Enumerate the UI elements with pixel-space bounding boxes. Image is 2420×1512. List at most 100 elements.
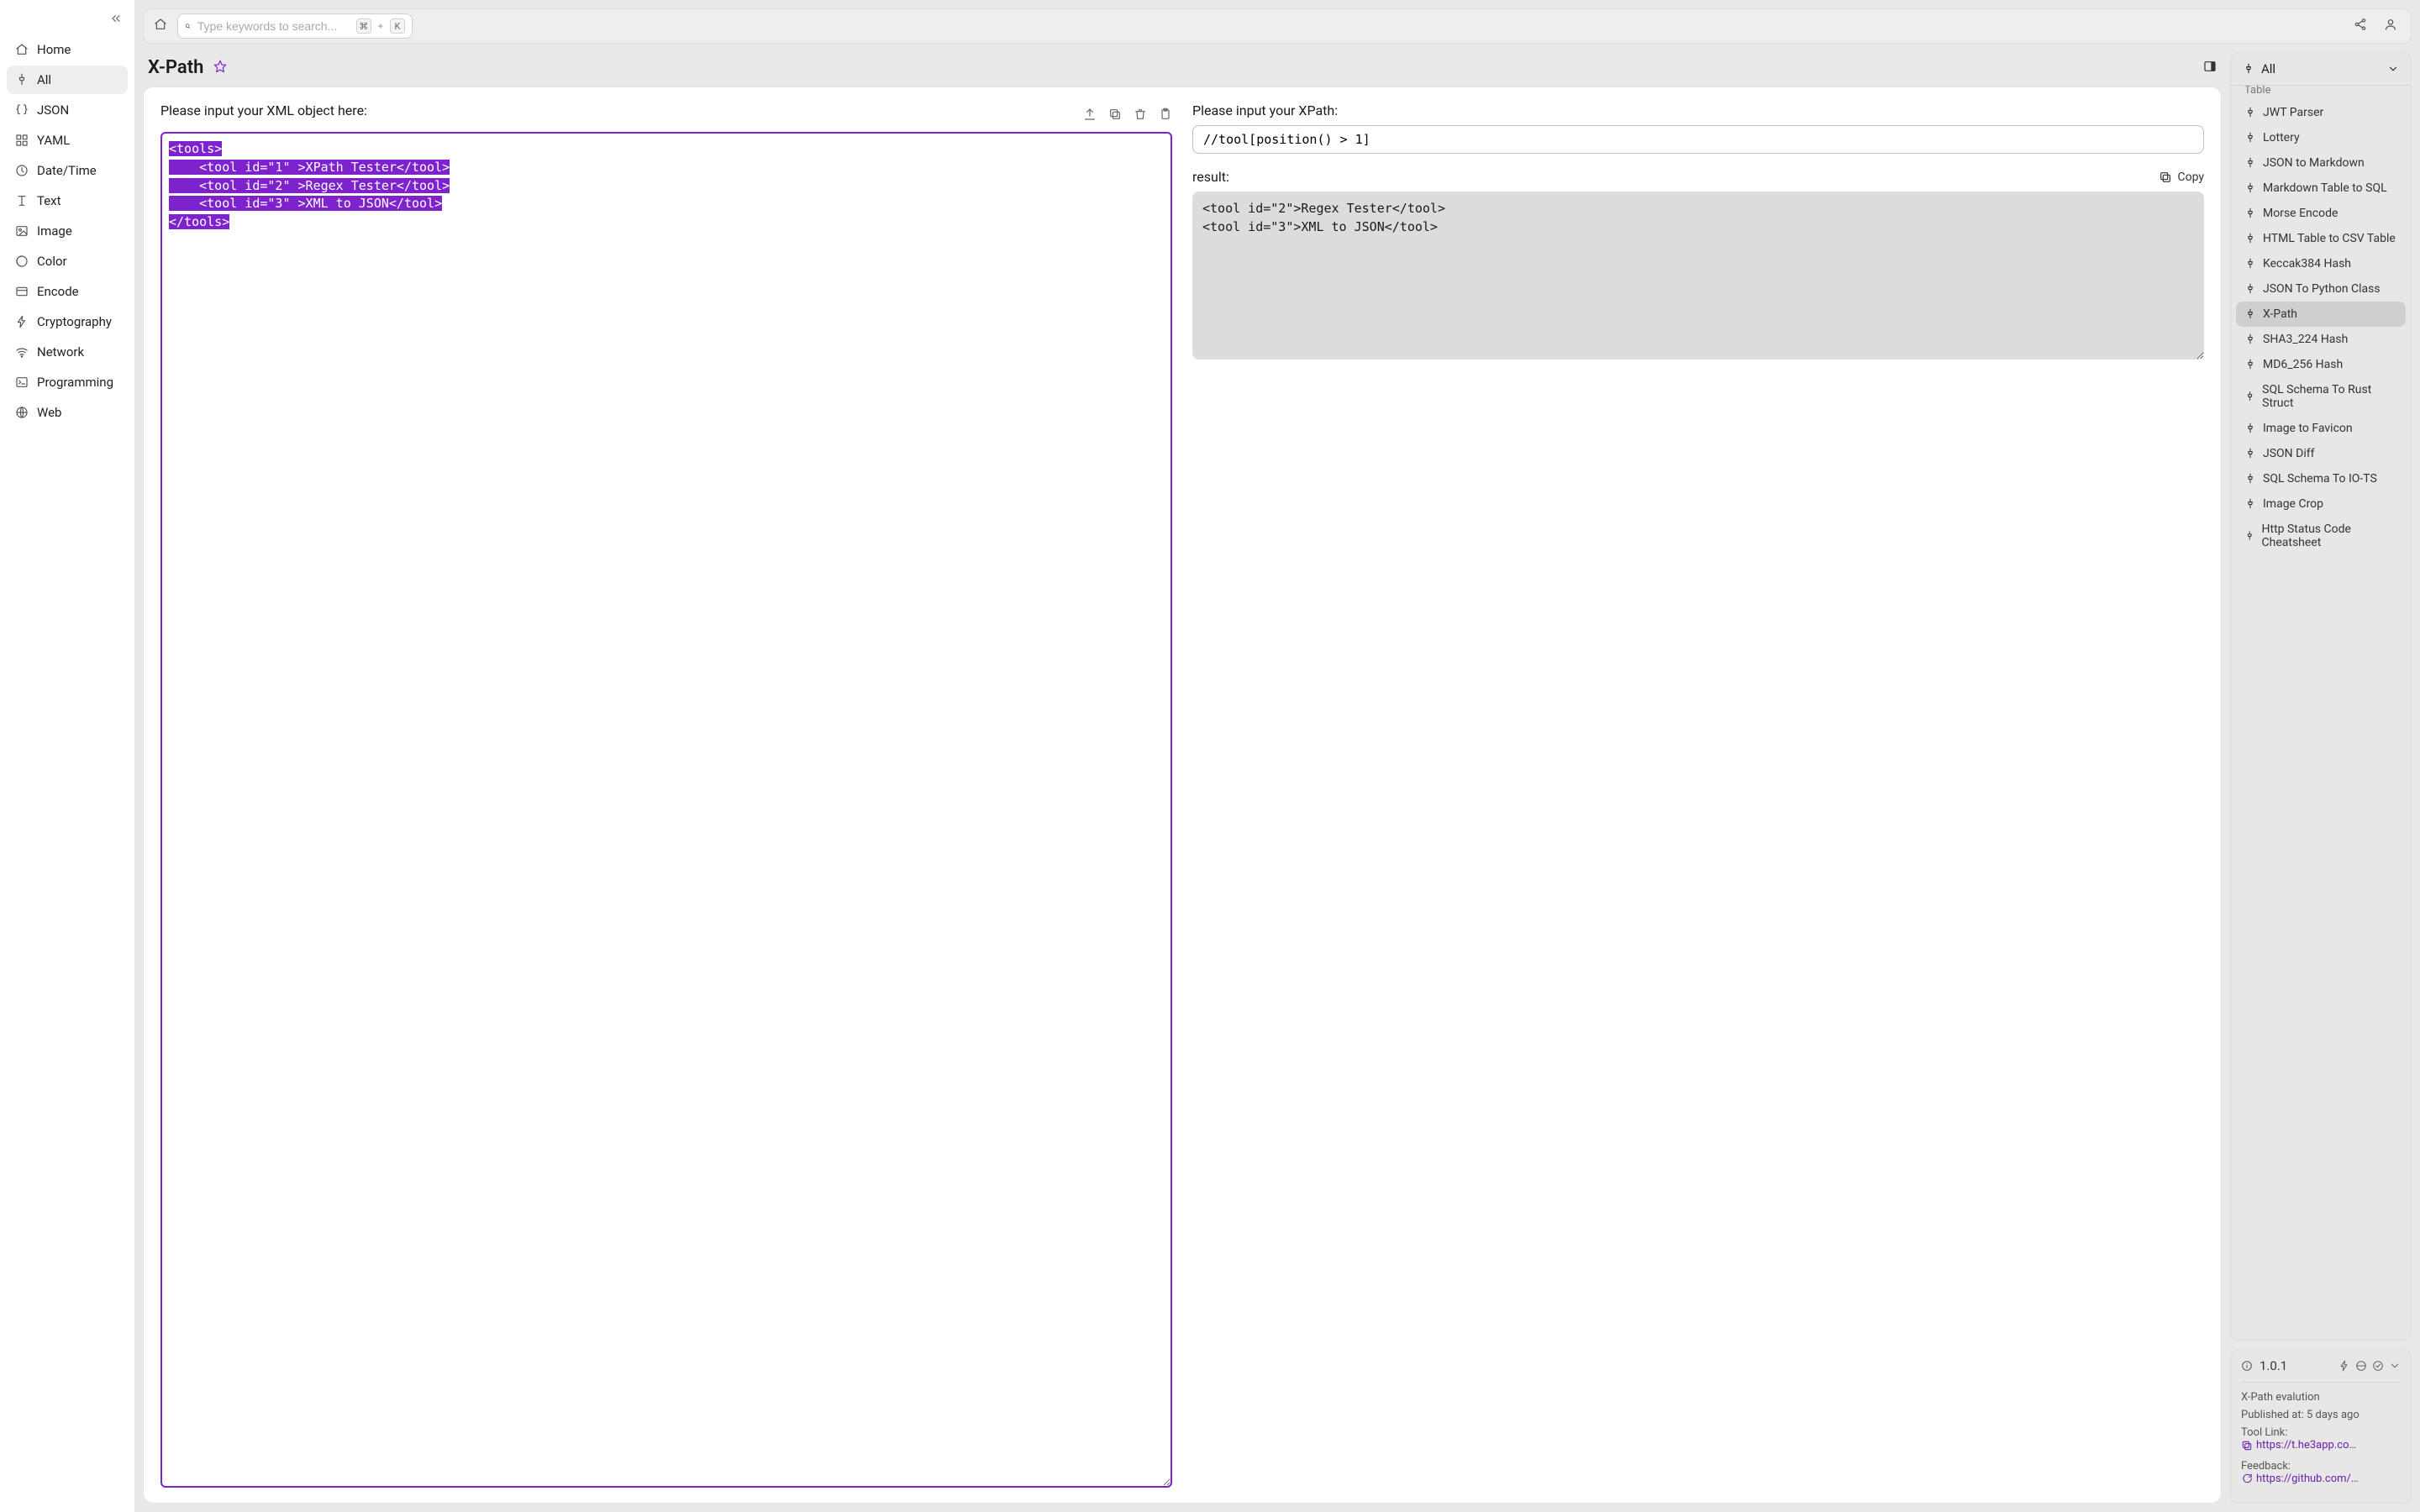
result-box[interactable]: <tool id="2">Regex Tester</tool> <tool i… [1192,192,2204,360]
globe-icon [15,406,29,419]
color-icon [15,255,29,268]
encode-icon [15,285,29,298]
xpath-input[interactable] [1192,125,2204,154]
xml-line: <tool id="2" >Regex Tester</tool> [169,178,450,193]
filter-header[interactable]: All [2231,53,2411,86]
sidebar-item-home[interactable]: Home [7,35,128,64]
sidebar-item-datetime[interactable]: Date/Time [7,156,128,185]
sidebar-item-label: Programming [37,375,113,390]
tool-item-label: JSON Diff [2263,447,2314,460]
tool-item-label: Markdown Table to SQL [2263,181,2387,195]
sidebar-item-json[interactable]: JSON [7,96,128,124]
clock-icon [15,164,29,177]
braces-icon [15,103,29,117]
tool-item-label: Image to Favicon [2263,422,2353,435]
result-label: result: [1192,169,1229,185]
sidebar-item-network[interactable]: Network [7,338,128,366]
sidebar-item-encode[interactable]: Encode [7,277,128,306]
pin-icon [2244,498,2256,510]
topbar: ⌘ + K [143,8,2412,44]
tool-list-item[interactable]: MD6_256 Hash [2236,352,2406,377]
message-icon [2241,1473,2253,1484]
pin-icon [2244,258,2256,270]
sidebar-item-text[interactable]: Text [7,186,128,215]
tool-list-item[interactable]: Lottery [2236,125,2406,150]
home-icon [154,18,167,31]
xml-editor[interactable]: <tools> <tool id="1" >XPath Tester</tool… [160,132,1172,1488]
tool-list-item[interactable]: SQL Schema To Rust Struct [2236,377,2406,416]
sidebar-item-web[interactable]: Web [7,398,128,427]
tool-list-item[interactable]: X-Path [2236,302,2406,327]
kbd-sep: + [378,21,383,32]
sidebar-collapse-button[interactable] [109,12,123,29]
tool-list-item[interactable]: Http Status Code Cheatsheet [2236,517,2406,555]
sidebar-item-label: Date/Time [37,163,97,178]
tool-list[interactable]: Table JWT ParserLotteryJSON to MarkdownM… [2231,86,2411,1340]
tool-item-label: JWT Parser [2263,106,2323,119]
result-line: <tool id="3">XML to JSON</tool> [1202,219,1438,234]
user-icon [2384,18,2397,31]
sidebar-item-all[interactable]: All [7,66,128,94]
copy-xml-button[interactable] [1108,108,1122,121]
check-circle-icon [2372,1360,2384,1372]
sidebar-item-yaml[interactable]: YAML [7,126,128,155]
tool-list-item[interactable]: SQL Schema To IO-TS [2236,466,2406,491]
tool-list-item[interactable]: JSON to Markdown [2236,150,2406,176]
tool-item-label: JSON to Markdown [2263,156,2365,170]
xml-label: Please input your XML object here: [160,102,367,118]
tool-list-item[interactable]: Morse Encode [2236,201,2406,226]
tool-link[interactable]: https://t.he3app.co… [2241,1439,2356,1452]
trash-icon [1134,108,1147,121]
clear-button[interactable] [1134,108,1147,121]
sidebar-item-label: Encode [37,284,79,299]
tool-list-item[interactable]: Keccak384 Hash [2236,251,2406,276]
main-area: ⌘ + K X-Path [134,0,2420,1512]
pin-icon [2244,391,2255,402]
sidebar-item-label: All [37,72,51,87]
account-button[interactable] [2381,14,2401,38]
paste-button[interactable] [1159,108,1172,121]
tool-list-item[interactable]: HTML Table to CSV Table [2236,226,2406,251]
tool-list-item[interactable]: JSON Diff [2236,441,2406,466]
copy-result-button[interactable]: Copy [2159,171,2204,184]
upload-button[interactable] [1083,108,1097,121]
tool-list-item[interactable]: JWT Parser [2236,100,2406,125]
text-icon [15,194,29,207]
search-input[interactable] [197,19,350,33]
tool-item-label: SQL Schema To IO-TS [2263,472,2377,486]
terminal-icon [15,375,29,389]
xml-line: <tools> [169,141,222,156]
favorite-button[interactable] [213,60,227,76]
tool-list-item[interactable]: JSON To Python Class [2236,276,2406,302]
tool-item-label: Image Crop [2263,497,2323,511]
tool-list-item[interactable]: Image to Favicon [2236,416,2406,441]
content-card: X-Path Please input your XML object here… [143,52,2222,1504]
share-button[interactable] [2350,14,2370,38]
sidebar-item-label: Color [37,254,67,269]
feedback-link[interactable]: https://github.com/… [2241,1473,2359,1485]
sidebar-item-label: Network [37,344,84,360]
info-icon [2241,1360,2253,1372]
sidebar-item-cryptography[interactable]: Cryptography [7,307,128,336]
info-tool-link: Tool Link: https://t.he3app.co… [2241,1426,2401,1455]
tool-list-item[interactable]: Image Crop [2236,491,2406,517]
clipboard-icon [1159,108,1172,121]
chevron-down-icon[interactable] [2389,1360,2401,1372]
pin-icon [2244,182,2256,194]
sidebar-item-label: YAML [37,133,70,148]
xpath-column: Please input your XPath: result: Copy <t… [1192,102,2204,1488]
tool-list-item[interactable]: SHA3_224 Hash [2236,327,2406,352]
sidebar-item-label: Text [37,193,61,208]
panel-toggle-button[interactable] [2203,60,2217,76]
filter-label: All [2261,61,2275,76]
sidebar-item-programming[interactable]: Programming [7,368,128,396]
sidebar-item-image[interactable]: Image [7,217,128,245]
sidebar-item-color[interactable]: Color [7,247,128,276]
copy-icon [2159,171,2172,184]
home-button[interactable] [154,18,167,34]
home-icon [15,43,29,56]
search-box[interactable]: ⌘ + K [177,13,413,39]
tool-list-item[interactable]: Markdown Table to SQL [2236,176,2406,201]
image-icon [15,224,29,238]
tool-item-label: Morse Encode [2263,207,2338,220]
